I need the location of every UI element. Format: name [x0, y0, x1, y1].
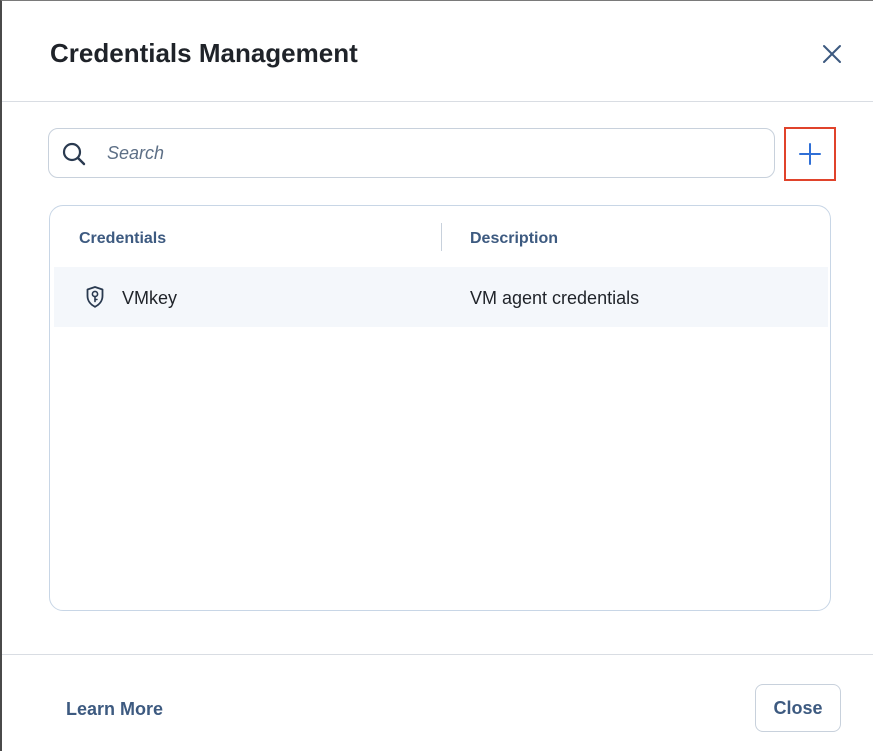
- close-icon[interactable]: [816, 38, 848, 70]
- credential-description: VM agent credentials: [470, 288, 640, 308]
- search-input[interactable]: [107, 137, 747, 169]
- column-header-description[interactable]: Description: [470, 230, 558, 248]
- credentials-table: Credentials Description VMkey VM agent c…: [49, 205, 831, 611]
- table-row[interactable]: VMkey VM agent credentials: [54, 267, 828, 327]
- dialog-header: Credentials Management: [2, 1, 873, 102]
- learn-more-link[interactable]: Learn More: [66, 699, 163, 720]
- dialog-footer: Learn More Close: [2, 654, 873, 753]
- column-divider[interactable]: [441, 223, 442, 251]
- close-button[interactable]: Close: [755, 684, 841, 732]
- plus-icon: [799, 143, 821, 165]
- search-box: [48, 128, 775, 178]
- column-header-credentials[interactable]: Credentials: [79, 230, 166, 248]
- credentials-dialog: Credentials Management Credentials Descr…: [0, 0, 873, 751]
- add-credential-button[interactable]: [784, 127, 836, 181]
- search-icon: [61, 141, 87, 167]
- credential-name: VMkey: [122, 288, 178, 308]
- dialog-title: Credentials Management: [50, 38, 358, 68]
- shield-key-icon: [86, 286, 104, 308]
